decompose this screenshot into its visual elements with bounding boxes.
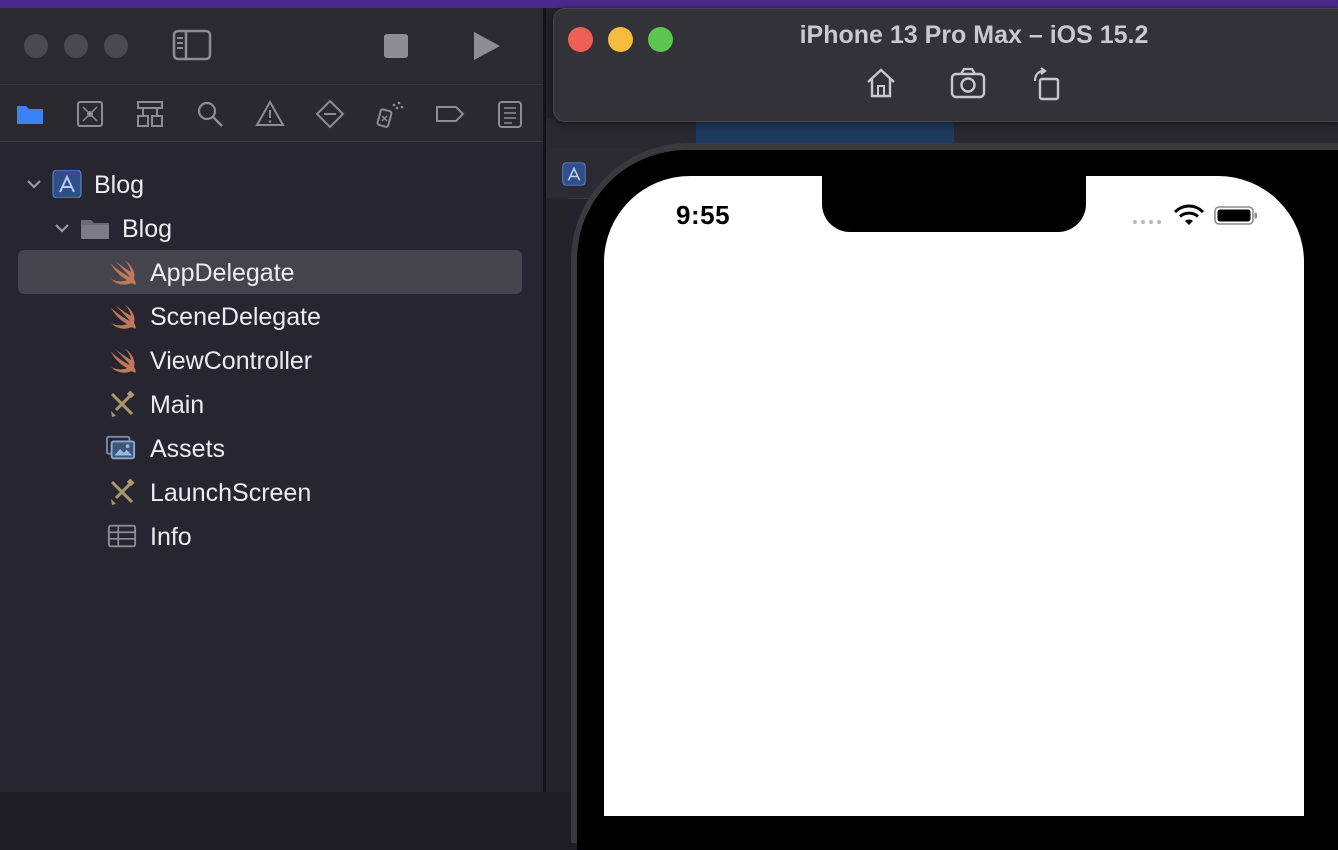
swift-file-icon — [111, 348, 136, 373]
phone-notch — [822, 170, 1086, 232]
minimize-window-button[interactable] — [64, 34, 88, 58]
tree-label: LaunchScreen — [150, 479, 312, 507]
simulator-minimize-button[interactable] — [608, 27, 633, 52]
source-control-icon[interactable] — [75, 99, 105, 129]
screenshot-icon[interactable] — [950, 67, 986, 99]
test-diamond-icon[interactable] — [315, 99, 345, 129]
tree-row-folder-blog[interactable]: Blog — [0, 206, 543, 250]
tree-row-scenedelegate[interactable]: SceneDelegate — [0, 294, 543, 338]
simulator-title: iPhone 13 Pro Max – iOS 15.2 — [799, 21, 1149, 49]
tree-row-project-blog[interactable]: Blog — [0, 162, 543, 206]
search-icon[interactable] — [195, 99, 225, 129]
navigator-tab-bar — [0, 85, 543, 142]
chevron-down-icon[interactable] — [52, 218, 72, 238]
tree-row-appdelegate[interactable]: AppDelegate — [0, 250, 543, 294]
stop-icon[interactable] — [383, 33, 409, 59]
tree-label: Info — [150, 523, 192, 551]
sidebar-icon[interactable] — [172, 29, 212, 61]
tree-label: Assets — [150, 435, 226, 463]
debug-spray-icon[interactable] — [375, 99, 405, 129]
swift-file-icon — [111, 260, 136, 285]
tree-row-viewcontroller[interactable]: ViewController — [0, 338, 543, 382]
xcode-project-icon — [52, 170, 82, 198]
tree-label: SceneDelegate — [150, 303, 321, 331]
xcode-window: Blog Blog AppDelegate SceneDelegate View… — [0, 8, 543, 792]
home-icon[interactable] — [864, 67, 898, 99]
plist-table-icon — [107, 524, 137, 548]
battery-icon — [1214, 206, 1257, 225]
storyboard-icon — [110, 390, 135, 417]
folder-icon[interactable] — [15, 99, 45, 129]
hierarchy-icon[interactable] — [135, 99, 165, 129]
phone-screen[interactable] — [604, 176, 1304, 816]
status-bar-indicators — [1133, 204, 1257, 225]
warning-icon[interactable] — [255, 99, 285, 129]
close-window-button[interactable] — [24, 34, 48, 58]
play-icon[interactable] — [472, 30, 502, 62]
rotate-icon[interactable] — [1032, 67, 1062, 101]
folder-icon — [81, 220, 109, 239]
editor-gutter — [546, 198, 568, 792]
cellular-dots-icon — [1133, 220, 1161, 224]
tree-row-info[interactable]: Info — [0, 514, 543, 558]
chevron-down-icon[interactable] — [24, 174, 44, 194]
storyboard-icon — [110, 478, 135, 505]
tree-label: AppDelegate — [150, 259, 295, 287]
zoom-window-button[interactable] — [104, 34, 128, 58]
status-bar-time: 9:55 — [676, 200, 731, 230]
tree-label: ViewController — [150, 347, 313, 375]
report-icon[interactable] — [495, 99, 525, 129]
tree-row-main[interactable]: Main — [0, 382, 543, 426]
swift-file-icon — [111, 304, 136, 329]
xcode-project-icon — [562, 162, 586, 186]
tree-label: Blog — [94, 171, 145, 199]
xcode-toolbar — [0, 8, 543, 85]
wifi-icon — [1173, 204, 1205, 225]
simulator-close-button[interactable] — [568, 27, 593, 52]
tree-label: Blog — [122, 215, 173, 243]
assets-catalog-icon — [106, 435, 136, 460]
tree-row-launchscreen[interactable]: LaunchScreen — [0, 470, 543, 514]
desktop-background-strip — [0, 0, 1338, 8]
simulator-window-titlebar: iPhone 13 Pro Max – iOS 15.2 — [553, 8, 1338, 122]
tree-row-assets[interactable]: Assets — [0, 426, 543, 470]
breakpoint-icon[interactable] — [435, 99, 465, 129]
status-bar-icons — [1130, 203, 1260, 234]
tree-label: Main — [150, 391, 205, 419]
